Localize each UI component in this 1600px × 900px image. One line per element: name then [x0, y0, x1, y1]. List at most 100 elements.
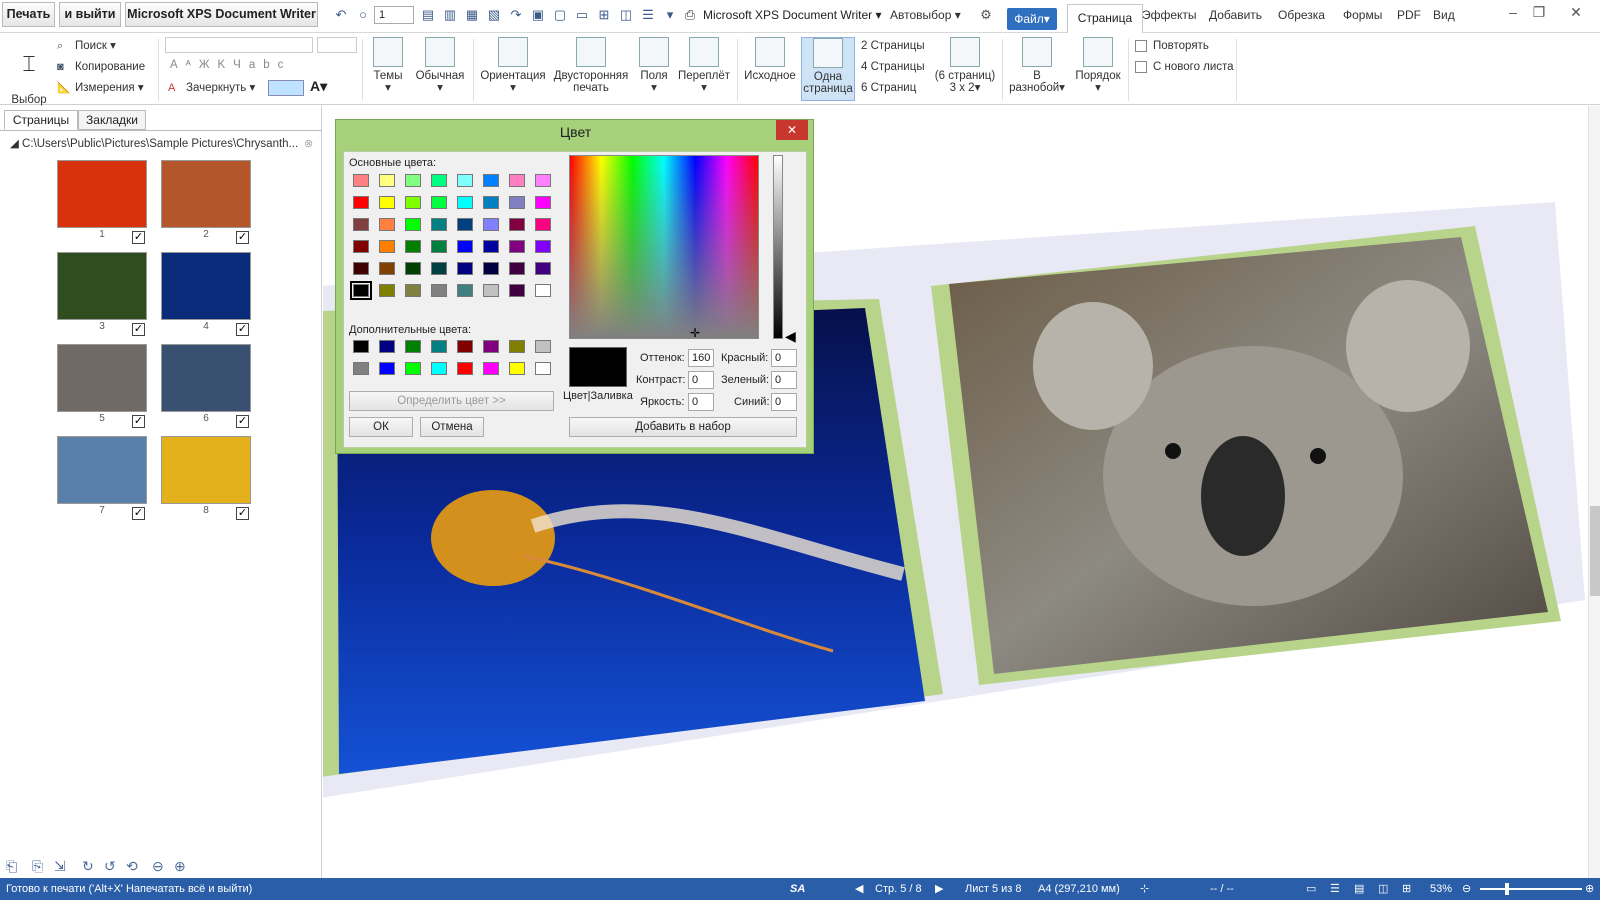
color-swatch[interactable]: [405, 174, 421, 187]
color-swatch[interactable]: [483, 240, 499, 253]
color-swatch[interactable]: [535, 174, 551, 187]
gear-icon[interactable]: ⚙: [978, 7, 994, 23]
zoom-slider[interactable]: [1480, 888, 1582, 890]
color-swatch[interactable]: [483, 362, 499, 375]
restore-icon[interactable]: ❐: [1531, 4, 1547, 20]
color-swatch[interactable]: [457, 218, 473, 231]
define-color-button[interactable]: Определить цвет >>: [349, 391, 554, 411]
search-button[interactable]: ⌕ Поиск ▾: [57, 39, 116, 53]
color-swatch[interactable]: [483, 196, 499, 209]
zoom-out-status-icon[interactable]: ⊖: [1462, 878, 1471, 900]
tab-add[interactable]: Добавить: [1209, 8, 1262, 22]
color-swatch[interactable]: [483, 262, 499, 275]
red-field[interactable]: 0: [771, 349, 797, 367]
list-icon[interactable]: ☰: [640, 7, 656, 23]
color-swatch[interactable]: [379, 362, 395, 375]
hue-field[interactable]: 160: [688, 349, 714, 367]
color-swatch[interactable]: [431, 340, 447, 353]
folder-icon[interactable]: ▭: [574, 7, 590, 23]
rotate-all-icon[interactable]: ⟲: [126, 858, 138, 875]
color-swatch[interactable]: [457, 240, 473, 253]
next-page-icon[interactable]: ▶: [935, 878, 943, 900]
tab-crop[interactable]: Обрезка: [1278, 8, 1325, 22]
dialog-close-button[interactable]: ✕: [776, 120, 808, 140]
tab-view[interactable]: Вид: [1433, 8, 1455, 22]
color-swatch[interactable]: [379, 340, 395, 353]
color-swatch[interactable]: [431, 284, 447, 297]
color-swatch[interactable]: [509, 340, 525, 353]
color-swatch[interactable]: [535, 240, 551, 253]
color-swatch[interactable]: [509, 362, 525, 375]
color-swatch[interactable]: [457, 340, 473, 353]
page-icon[interactable]: ▤: [420, 7, 436, 23]
auto-select[interactable]: Автовыбор ▾: [890, 8, 961, 22]
color-swatch[interactable]: [405, 362, 421, 375]
dropdown-icon[interactable]: ▾: [662, 7, 678, 23]
printer-name-button[interactable]: Microsoft XPS Document Writer: [125, 2, 318, 27]
export-page-icon[interactable]: ⇲: [54, 858, 66, 875]
luminance-pointer-icon[interactable]: ◀: [785, 328, 796, 345]
thumbnail-checkbox[interactable]: ✓: [132, 415, 145, 428]
duplex-button[interactable]: Двусторонняя печать: [552, 37, 630, 94]
page-thumbnail[interactable]: [57, 436, 147, 504]
rotate-right-icon[interactable]: ↻: [82, 858, 94, 875]
move-icon[interactable]: ⊹: [1140, 878, 1149, 900]
color-swatch[interactable]: [535, 340, 551, 353]
color-swatch[interactable]: [457, 262, 473, 275]
tab-bookmarks[interactable]: Закладки: [78, 110, 146, 130]
color-swatch[interactable]: [457, 196, 473, 209]
color-swatch[interactable]: [431, 196, 447, 209]
color-swatch[interactable]: [379, 284, 395, 297]
thumbnail-checkbox[interactable]: ✓: [132, 231, 145, 244]
one-page-button[interactable]: Одна страница: [801, 37, 855, 101]
tab-page[interactable]: Страница: [1067, 4, 1143, 33]
color-swatch[interactable]: [405, 218, 421, 231]
copy-button[interactable]: ◙ Копирование: [57, 60, 145, 74]
thumbnail-checkbox[interactable]: ✓: [132, 323, 145, 336]
page-thumbnail[interactable]: [161, 160, 251, 228]
color-swatch[interactable]: [353, 262, 369, 275]
color-swatch[interactable]: [509, 196, 525, 209]
page-thumbnail[interactable]: [57, 160, 147, 228]
ok-button[interactable]: ОК: [349, 417, 413, 437]
scatter-button[interactable]: В разнобой▾: [1006, 37, 1068, 94]
lum-field[interactable]: 0: [688, 393, 714, 411]
close-window-icon[interactable]: ✕: [1568, 4, 1584, 20]
fit-icon[interactable]: ⊞: [596, 7, 612, 23]
color-swatch[interactable]: [457, 362, 473, 375]
view-two-icon[interactable]: ◫: [1378, 878, 1388, 900]
font-name-select[interactable]: [165, 37, 313, 53]
color-swatch[interactable]: [379, 218, 395, 231]
view-single-icon[interactable]: ▭: [1306, 878, 1316, 900]
print-and-exit-button[interactable]: и выйти: [59, 2, 121, 27]
color-swatch[interactable]: [353, 362, 369, 375]
grid-6-button[interactable]: (6 страниц) 3 x 2▾: [932, 37, 998, 94]
color-swatch[interactable]: [353, 196, 369, 209]
color-swatch[interactable]: [509, 218, 525, 231]
binding-button[interactable]: Переплёт ▾: [676, 37, 732, 94]
repeat-checkbox[interactable]: Повторять: [1135, 39, 1209, 53]
tab-pdf[interactable]: PDF: [1397, 8, 1421, 22]
file-menu-button[interactable]: Файл▾: [1007, 8, 1057, 30]
sat-field[interactable]: 0: [688, 371, 714, 389]
printer-select[interactable]: Microsoft XPS Document Writer ▾: [703, 8, 882, 22]
color-spectrum[interactable]: ✛: [569, 155, 759, 340]
vertical-scrollbar[interactable]: [1588, 106, 1600, 878]
normal-button[interactable]: Обычная ▾: [412, 37, 468, 94]
view-grid-icon[interactable]: ⊞: [1402, 878, 1411, 900]
tab-effects[interactable]: Эффекты: [1142, 8, 1197, 22]
color-swatch[interactable]: [509, 174, 525, 187]
color-swatch[interactable]: [483, 340, 499, 353]
minimize-icon[interactable]: –: [1505, 4, 1521, 20]
thumbnail-checkbox[interactable]: ✓: [236, 507, 249, 520]
color-swatch[interactable]: [535, 218, 551, 231]
color-swatch[interactable]: [379, 240, 395, 253]
color-swatch[interactable]: [405, 340, 421, 353]
thumbnail-checkbox[interactable]: ✓: [236, 415, 249, 428]
color-swatch[interactable]: [509, 262, 525, 275]
highlight-icon[interactable]: [268, 80, 304, 96]
color-swatch[interactable]: [379, 196, 395, 209]
themes-button[interactable]: Темы ▾: [368, 37, 408, 94]
redo-icon[interactable]: ↷: [508, 7, 524, 23]
color-swatch[interactable]: [483, 218, 499, 231]
